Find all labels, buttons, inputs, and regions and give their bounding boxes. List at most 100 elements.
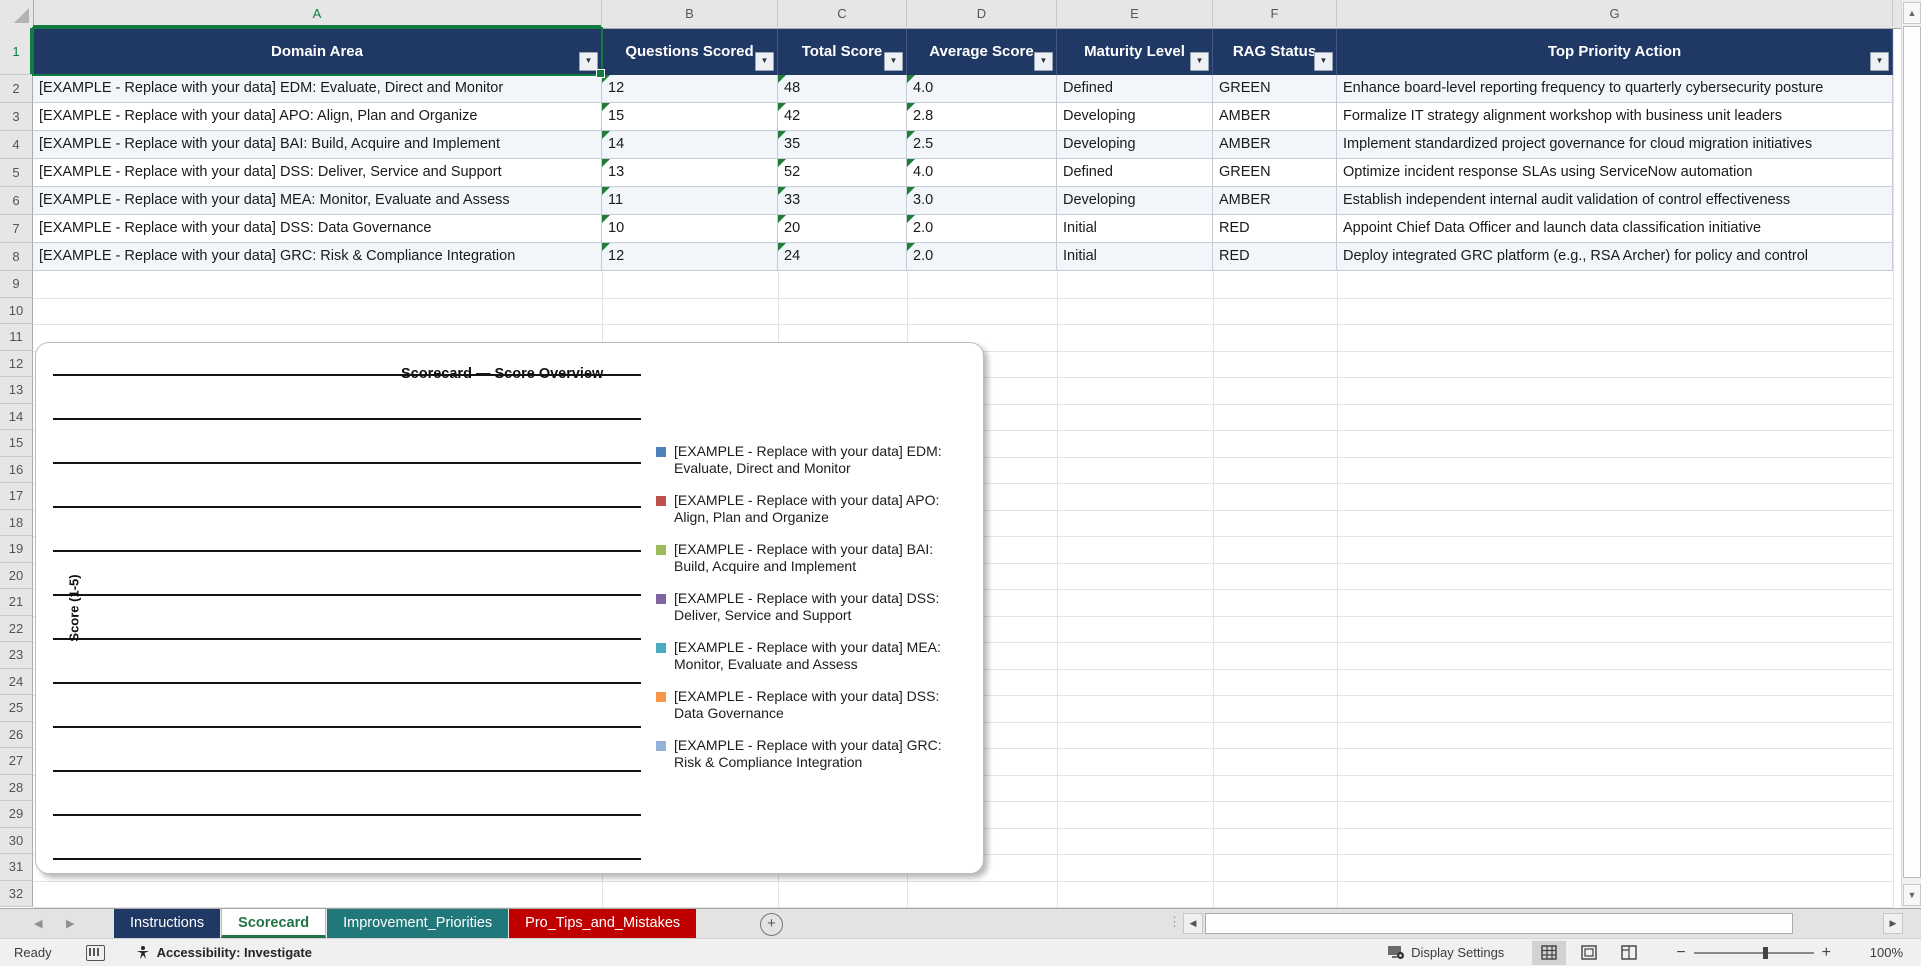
cell-C7[interactable]: 20 [778, 215, 907, 243]
table-header-rag-status[interactable]: RAG Status ▼ [1213, 28, 1337, 75]
cell-C6[interactable]: 33 [778, 187, 907, 215]
column-header-E[interactable]: E [1057, 0, 1213, 27]
table-header-top-priority-action[interactable]: Top Priority Action ▼ [1337, 28, 1893, 75]
filter-button-domain-area[interactable]: ▼ [579, 52, 598, 71]
row-header-8[interactable]: 8 [0, 243, 33, 271]
cell-D5[interactable]: 4.0 [907, 159, 1057, 187]
zoom-level-label[interactable]: 100% [1855, 945, 1903, 960]
row-header-11[interactable]: 11 [0, 324, 33, 351]
cell-A5[interactable]: [EXAMPLE - Replace with your data] DSS: … [33, 159, 602, 187]
cell-G3[interactable]: Formalize IT strategy alignment workshop… [1337, 103, 1893, 131]
cell-B5[interactable]: 13 [602, 159, 778, 187]
table-header-average-score[interactable]: Average Score ▼ [907, 28, 1057, 75]
scroll-left-button[interactable]: ◀ [1183, 913, 1203, 934]
cell-A3[interactable]: [EXAMPLE - Replace with your data] APO: … [33, 103, 602, 131]
horizontal-scrollbar-thumb[interactable] [1205, 913, 1793, 934]
cell-E7[interactable]: Initial [1057, 215, 1213, 243]
cell-D3[interactable]: 2.8 [907, 103, 1057, 131]
row-header-5[interactable]: 5 [0, 159, 33, 187]
sheet-tab-pro-tips-and-mistakes[interactable]: Pro_Tips_and_Mistakes [509, 909, 697, 938]
cell-A4[interactable]: [EXAMPLE - Replace with your data] BAI: … [33, 131, 602, 159]
row-header-7[interactable]: 7 [0, 215, 33, 243]
row-header-23[interactable]: 23 [0, 642, 33, 669]
filter-button-top-priority-action[interactable]: ▼ [1870, 52, 1889, 71]
row-header-27[interactable]: 27 [0, 748, 33, 775]
table-header-maturity-level[interactable]: Maturity Level ▼ [1057, 28, 1213, 75]
row-header-14[interactable]: 14 [0, 403, 33, 430]
row-header-28[interactable]: 28 [0, 774, 33, 801]
scroll-down-button[interactable]: ▼ [1903, 884, 1921, 906]
row-header-13[interactable]: 13 [0, 377, 33, 404]
filter-button-maturity-level[interactable]: ▼ [1190, 52, 1209, 71]
cell-E2[interactable]: Defined [1057, 75, 1213, 103]
column-header-B[interactable]: B [602, 0, 778, 27]
row-header-26[interactable]: 26 [0, 721, 33, 748]
cell-C3[interactable]: 42 [778, 103, 907, 131]
row-header-4[interactable]: 4 [0, 131, 33, 159]
row-header-20[interactable]: 20 [0, 562, 33, 589]
cell-E5[interactable]: Defined [1057, 159, 1213, 187]
cell-F4[interactable]: AMBER [1213, 131, 1337, 159]
cell-B2[interactable]: 12 [602, 75, 778, 103]
filter-button-rag-status[interactable]: ▼ [1314, 52, 1333, 71]
cell-C5[interactable]: 52 [778, 159, 907, 187]
row-header-17[interactable]: 17 [0, 483, 33, 510]
cell-G5[interactable]: Optimize incident response SLAs using Se… [1337, 159, 1893, 187]
chart-score-overview[interactable]: Scorecard — Score Overview Score (1-5) [… [35, 342, 984, 874]
cell-A2[interactable]: [EXAMPLE - Replace with your data] EDM: … [33, 75, 602, 103]
row-header-6[interactable]: 6 [0, 187, 33, 215]
cell-F8[interactable]: RED [1213, 243, 1337, 271]
row-header-24[interactable]: 24 [0, 668, 33, 695]
cell-G4[interactable]: Implement standardized project governanc… [1337, 131, 1893, 159]
cell-A8[interactable]: [EXAMPLE - Replace with your data] GRC: … [33, 243, 602, 271]
cell-F5[interactable]: GREEN [1213, 159, 1337, 187]
cell-D7[interactable]: 2.0 [907, 215, 1057, 243]
sheet-tab-instructions[interactable]: Instructions [114, 909, 221, 938]
row-header-30[interactable]: 30 [0, 827, 33, 854]
cell-G8[interactable]: Deploy integrated GRC platform (e.g., RS… [1337, 243, 1893, 271]
cell-B8[interactable]: 12 [602, 243, 778, 271]
cell-G7[interactable]: Appoint Chief Data Officer and launch da… [1337, 215, 1893, 243]
horizontal-scrollbar[interactable]: ◀ ▶ [1183, 913, 1905, 934]
row-header-15[interactable]: 15 [0, 430, 33, 457]
row-header-32[interactable]: 32 [0, 880, 33, 907]
filter-button-total-score[interactable]: ▼ [884, 52, 903, 71]
cell-F7[interactable]: RED [1213, 215, 1337, 243]
cell-G2[interactable]: Enhance board-level reporting frequency … [1337, 75, 1893, 103]
sheet-tab-scorecard[interactable]: Scorecard [221, 909, 327, 938]
row-header-16[interactable]: 16 [0, 456, 33, 483]
row-header-18[interactable]: 18 [0, 509, 33, 536]
column-header-D[interactable]: D [907, 0, 1057, 27]
cell-B3[interactable]: 15 [602, 103, 778, 131]
cell-E6[interactable]: Developing [1057, 187, 1213, 215]
view-page-break-button[interactable] [1612, 941, 1646, 965]
scroll-right-button[interactable]: ▶ [1883, 913, 1903, 934]
table-header-total-score[interactable]: Total Score ▼ [778, 28, 907, 75]
filter-button-questions-scored[interactable]: ▼ [755, 52, 774, 71]
vertical-scrollbar-thumb[interactable] [1903, 26, 1921, 878]
row-header-25[interactable]: 25 [0, 695, 33, 722]
row-header-10[interactable]: 10 [0, 297, 33, 324]
cell-B7[interactable]: 10 [602, 215, 778, 243]
cell-D6[interactable]: 3.0 [907, 187, 1057, 215]
column-header-A[interactable]: A [33, 0, 602, 27]
vertical-scrollbar[interactable]: ▲ ▼ [1901, 0, 1921, 908]
cell-G6[interactable]: Establish independent internal audit val… [1337, 187, 1893, 215]
column-header-G[interactable]: G [1337, 0, 1893, 27]
cell-E8[interactable]: Initial [1057, 243, 1213, 271]
zoom-slider[interactable] [1693, 946, 1814, 959]
table-header-domain-area[interactable]: Domain Area ▼ [33, 28, 602, 75]
cell-D4[interactable]: 2.5 [907, 131, 1057, 159]
cell-E4[interactable]: Developing [1057, 131, 1213, 159]
cell-F6[interactable]: AMBER [1213, 187, 1337, 215]
cell-A7[interactable]: [EXAMPLE - Replace with your data] DSS: … [33, 215, 602, 243]
cell-E3[interactable]: Developing [1057, 103, 1213, 131]
row-header-19[interactable]: 19 [0, 536, 33, 563]
row-header-29[interactable]: 29 [0, 801, 33, 828]
row-header-12[interactable]: 12 [0, 350, 33, 377]
cell-A6[interactable]: [EXAMPLE - Replace with your data] MEA: … [33, 187, 602, 215]
view-page-layout-button[interactable] [1572, 941, 1606, 965]
tab-overflow-dots-icon[interactable]: ⋮ [1168, 914, 1181, 930]
display-settings-button[interactable]: Display Settings [1387, 945, 1504, 960]
cell-D8[interactable]: 2.0 [907, 243, 1057, 271]
